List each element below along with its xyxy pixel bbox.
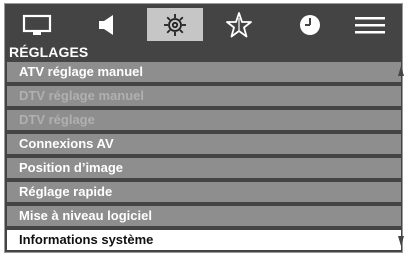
menu-item-atv-manual-tuning[interactable]: ATV réglage manuel <box>7 62 401 82</box>
tab-timer[interactable] <box>282 8 338 41</box>
menu-item-quick-setup[interactable]: Réglage rapide <box>7 182 401 202</box>
sound-icon <box>99 14 113 35</box>
tab-menu[interactable] <box>342 8 398 41</box>
menu-title: RÉGLAGES <box>9 44 89 60</box>
favorites-star-icon <box>226 11 252 37</box>
settings-menu-list: ATV réglage manuel DTV réglage manuel DT… <box>7 62 401 254</box>
settings-menu-panel: RÉGLAGES ATV réglage manuel DTV réglage … <box>4 3 403 253</box>
menu-item-dtv-manual-tuning: DTV réglage manuel <box>7 86 401 106</box>
scroll-down-indicator-icon <box>398 236 404 246</box>
scroll-up-indicator-icon <box>398 66 404 76</box>
menu-item-software-upgrade[interactable]: Mise à niveau logiciel <box>7 206 401 226</box>
menu-item-dtv-tuning: DTV réglage <box>7 110 401 130</box>
category-tab-bar <box>5 4 402 44</box>
tab-settings[interactable] <box>147 8 203 41</box>
menu-lines-icon <box>355 16 385 33</box>
timer-clock-icon <box>300 14 320 35</box>
tab-sound[interactable] <box>79 8 135 41</box>
menu-item-picture-position[interactable]: Position d’image <box>7 158 401 178</box>
tab-picture[interactable] <box>9 8 65 41</box>
settings-gear-icon <box>164 13 186 36</box>
menu-item-av-connections[interactable]: Connexions AV <box>7 134 401 154</box>
menu-item-system-information[interactable]: Informations système <box>7 230 401 250</box>
picture-icon <box>22 14 52 35</box>
tab-favorites[interactable] <box>211 8 267 41</box>
